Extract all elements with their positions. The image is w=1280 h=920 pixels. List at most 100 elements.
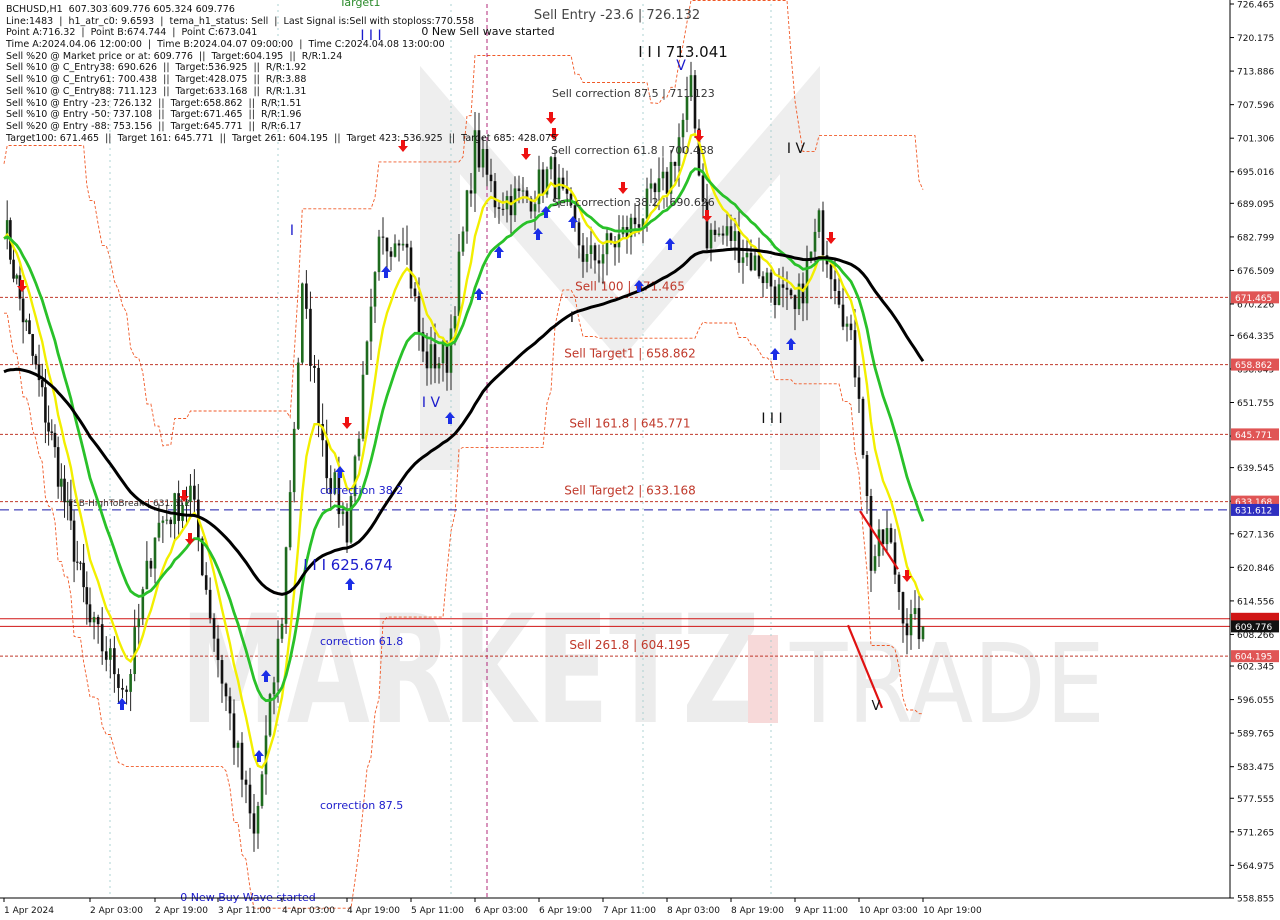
candle-body	[733, 231, 737, 241]
candle-body	[72, 520, 76, 562]
candle-body	[220, 660, 224, 684]
candle-body	[169, 519, 173, 525]
candle-body	[657, 178, 661, 193]
candle-body	[296, 362, 300, 429]
time-tick-label: 8 Apr 03:00	[667, 906, 720, 916]
candle-body	[497, 207, 501, 209]
price-tick-label: 651.755	[1237, 399, 1274, 409]
candle-body	[437, 363, 441, 369]
price-tick-label: 602.345	[1237, 663, 1274, 673]
candle-body	[401, 243, 405, 246]
candle-body	[88, 604, 92, 623]
candle-body	[309, 308, 312, 366]
annotation-wave-v-top: V	[676, 58, 686, 74]
candle-body	[597, 260, 601, 264]
candle-body	[345, 511, 349, 543]
candle-body	[284, 547, 288, 624]
candle-body	[44, 387, 47, 423]
candle-body	[781, 284, 785, 288]
candle-body	[236, 742, 240, 748]
fsb-tag-label: 631.612	[1235, 506, 1272, 516]
annotation-wave-iv-b: I V	[787, 141, 806, 157]
candle-body	[593, 245, 597, 261]
candle-body	[553, 157, 557, 200]
time-tick-label: 5 Apr 11:00	[411, 906, 464, 916]
candle-body	[601, 254, 605, 264]
level-tag-label: 671.465	[1235, 294, 1272, 304]
candle-body	[649, 183, 653, 189]
candle-body	[244, 779, 248, 785]
candle-body	[769, 272, 773, 287]
candle-body	[204, 575, 208, 590]
candle-body	[457, 251, 461, 317]
price-tick-label: 676.509	[1237, 267, 1274, 277]
candle-body	[633, 217, 637, 225]
candle-body	[145, 560, 149, 590]
candle-body	[709, 229, 713, 249]
candle-body	[793, 295, 797, 310]
level-label: Sell Target1 | 658.862	[564, 347, 696, 361]
candle-body	[121, 687, 124, 690]
candle-body	[897, 574, 901, 593]
candle-body	[885, 528, 889, 545]
candle-body	[15, 275, 19, 279]
candle-body	[125, 689, 128, 692]
candle-body	[789, 289, 793, 296]
candle-body	[117, 674, 120, 688]
candle-body	[761, 276, 765, 284]
candle-body	[589, 245, 593, 255]
candle-body	[397, 243, 401, 246]
candle-body	[276, 638, 280, 683]
candle-body	[461, 231, 465, 252]
info-line: Target100: 671.465 || Target 161: 645.77…	[6, 132, 558, 144]
candle-body	[905, 623, 909, 636]
candle-body	[413, 288, 417, 297]
candle-body	[389, 251, 393, 257]
candle-body	[813, 231, 817, 252]
candle-body	[909, 614, 913, 636]
candle-body	[21, 298, 25, 323]
price-tick-label: 664.335	[1237, 332, 1274, 342]
candle-body	[79, 562, 82, 564]
candle-body	[801, 283, 805, 304]
candle-body	[85, 587, 89, 605]
candle-body	[785, 287, 789, 290]
price-tick-label: 639.545	[1237, 464, 1274, 474]
candle-body	[493, 181, 497, 208]
candle-body	[829, 264, 833, 280]
candle-body	[357, 438, 361, 457]
time-tick-label: 2 Apr 19:00	[155, 906, 208, 916]
candle-body	[749, 252, 753, 271]
price-tick-label: 620.846	[1237, 564, 1274, 574]
time-tick-label: 2 Apr 03:00	[90, 906, 143, 916]
candle-body	[40, 380, 44, 388]
candle-body	[605, 233, 609, 255]
candle-body	[185, 501, 188, 506]
candle-body	[913, 608, 917, 615]
candle-body	[753, 255, 757, 271]
candle-body	[47, 422, 50, 432]
candle-body	[369, 306, 373, 342]
price-tick-label: 627.136	[1237, 530, 1274, 540]
sell-arrow-icon	[618, 182, 628, 194]
level-tag-label: 645.771	[1235, 431, 1272, 441]
info-line: Time A:2024.04.06 12:00:00 | Time B:2024…	[6, 39, 445, 51]
time-tick-label: 6 Apr 19:00	[539, 906, 592, 916]
candle-body	[75, 561, 79, 563]
candle-body	[109, 648, 112, 660]
candle-body	[765, 272, 769, 284]
candle-body	[381, 236, 385, 238]
info-line: Sell %20 @ Market price or at: 609.776 |…	[6, 50, 343, 62]
time-tick-label: 7 Apr 11:00	[603, 906, 656, 916]
candle-body	[12, 259, 15, 279]
candle-body	[232, 713, 236, 748]
candle-body	[193, 485, 196, 500]
annotation-wave-i: I	[570, 310, 574, 326]
candle-body	[869, 495, 873, 571]
current-price-tag-label: 609.776	[1235, 623, 1272, 633]
candle-body	[305, 283, 308, 309]
candle-body	[893, 542, 897, 575]
time-tick-label: 10 Apr 19:00	[923, 906, 982, 916]
candle-body	[153, 537, 157, 569]
price-tick-label: 682.799	[1237, 233, 1274, 243]
